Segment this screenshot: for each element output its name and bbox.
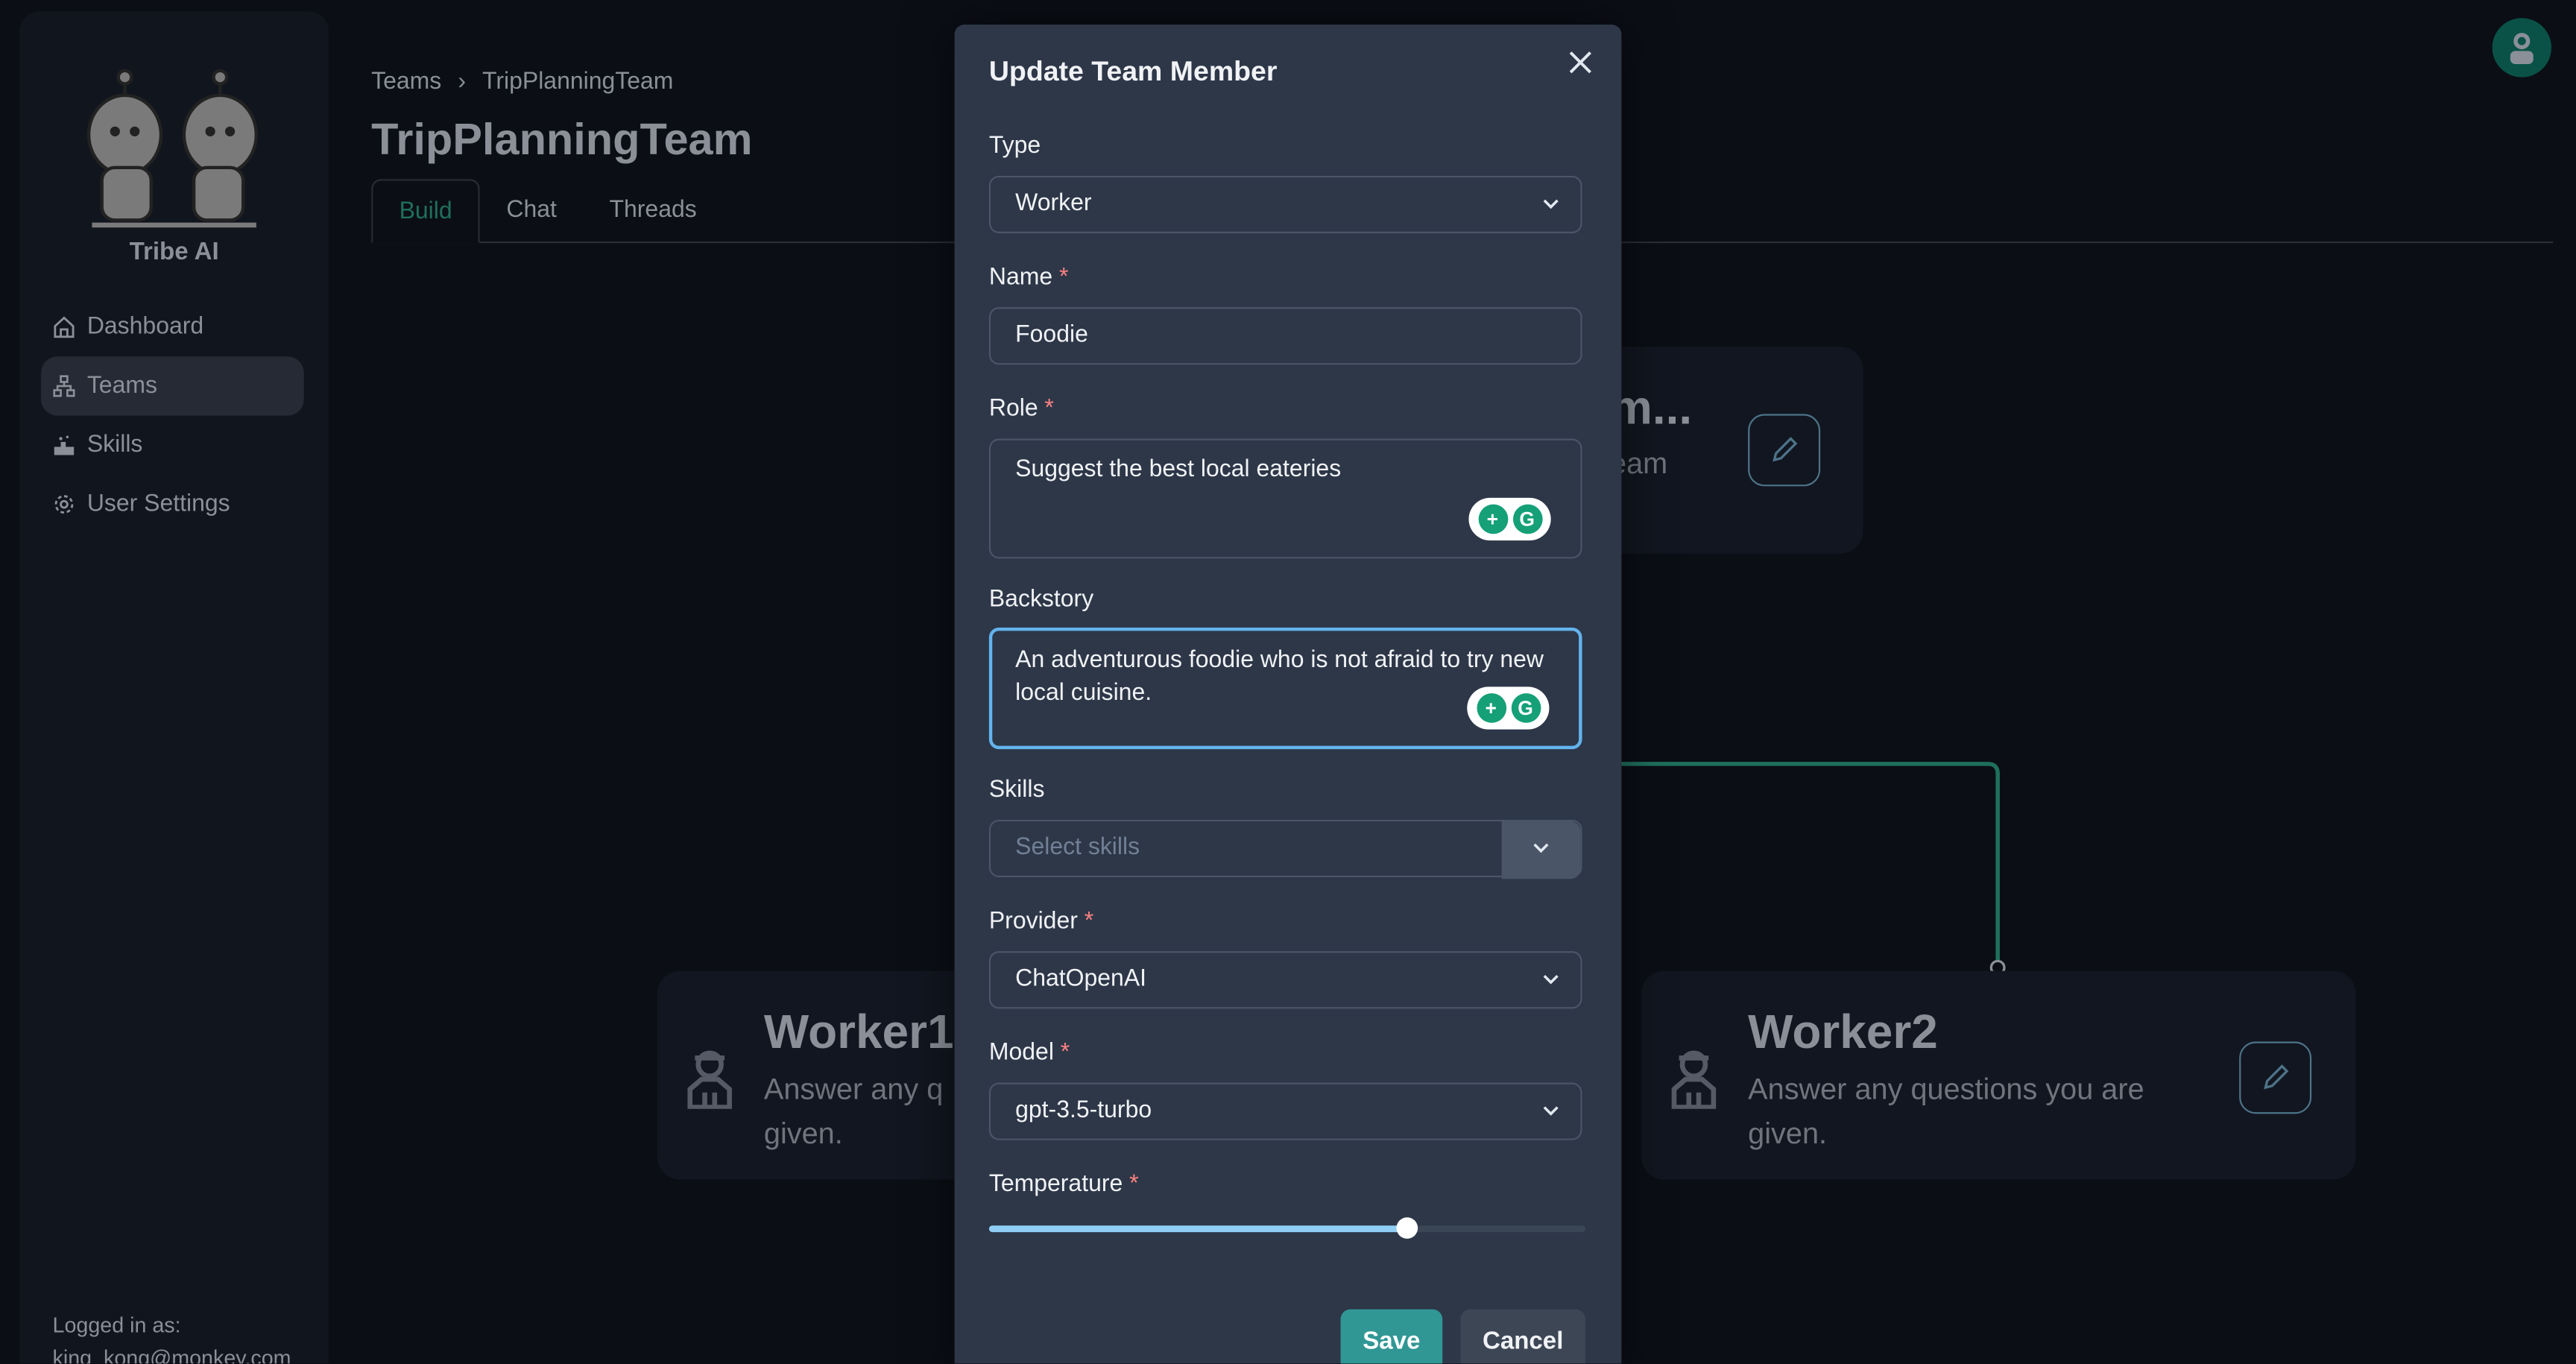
- worker1-description: Answer any q given.: [763, 1073, 944, 1150]
- backstory-textarea[interactable]: An adventurous foodie who is not afraid …: [988, 627, 1582, 750]
- grammarly-icon: G: [1510, 693, 1541, 723]
- worker2-node[interactable]: Worker2 Answer any questions you are give…: [1641, 970, 2356, 1180]
- model-label: Model *: [988, 1040, 1070, 1067]
- worker-icon: [687, 1050, 732, 1109]
- chevron-down-icon: [1543, 199, 1559, 209]
- pencil-icon: [1772, 437, 1798, 462]
- slider-thumb[interactable]: [1396, 1217, 1418, 1239]
- robot-user-icon: [2510, 33, 2534, 64]
- grammarly-widget[interactable]: + G: [1468, 497, 1551, 541]
- edge-leader-worker2: [1618, 762, 2000, 963]
- chevron-down-icon: [1543, 974, 1559, 985]
- name-input[interactable]: Foodie: [988, 307, 1582, 365]
- temperature-slider[interactable]: [988, 1217, 1585, 1239]
- close-icon[interactable]: [1566, 48, 1596, 78]
- skills-select[interactable]: Select skills: [988, 819, 1582, 880]
- worker-icon: [1671, 1050, 1717, 1109]
- provider-select[interactable]: ChatOpenAI: [988, 951, 1582, 1009]
- provider-label: Provider *: [988, 908, 1094, 935]
- name-label: Name *: [988, 264, 1069, 291]
- modal-title: Update Team Member: [988, 55, 1278, 87]
- backstory-label: Backstory: [988, 586, 1094, 613]
- lightbulb-icon: +: [1476, 693, 1506, 723]
- model-select[interactable]: gpt-3.5-turbo: [988, 1082, 1582, 1140]
- app-root: Tribe AI Dashboard Teams Skills User Set…: [0, 0, 2576, 1364]
- update-team-member-modal: Update Team Member Type Worker Name * Foo…: [954, 25, 1622, 1364]
- chevron-down-icon: [1543, 1106, 1559, 1116]
- skills-dropdown-button[interactable]: [1501, 821, 1581, 880]
- cancel-button[interactable]: Cancel: [1460, 1309, 1585, 1364]
- role-label: Role *: [988, 396, 1054, 423]
- worker1-node[interactable]: Worker1 Answer any q given.: [657, 970, 986, 1180]
- grammarly-icon: G: [1512, 504, 1542, 534]
- worker2-title: Worker2: [1748, 1007, 1938, 1060]
- pencil-icon: [2264, 1064, 2289, 1090]
- edit-leader-button[interactable]: [1748, 414, 1821, 487]
- chevron-down-icon: [1533, 843, 1549, 853]
- worker1-title: Worker1: [763, 1007, 954, 1060]
- user-avatar[interactable]: [2492, 18, 2551, 78]
- grammarly-widget[interactable]: + G: [1467, 686, 1550, 730]
- type-label: Type: [988, 133, 1041, 160]
- role-textarea[interactable]: Suggest the best local eateries + G: [988, 438, 1582, 559]
- save-button[interactable]: Save: [1340, 1309, 1443, 1364]
- lightbulb-icon: +: [1477, 504, 1508, 534]
- skills-label: Skills: [988, 777, 1045, 803]
- type-select[interactable]: Worker: [988, 175, 1582, 233]
- worker2-description: Answer any questions you are given.: [1748, 1073, 2144, 1150]
- slider-fill: [988, 1225, 1407, 1233]
- temperature-label: Temperature *: [988, 1171, 1139, 1198]
- edit-worker2-button[interactable]: [2239, 1041, 2312, 1114]
- leader-title: m...: [1610, 382, 1693, 436]
